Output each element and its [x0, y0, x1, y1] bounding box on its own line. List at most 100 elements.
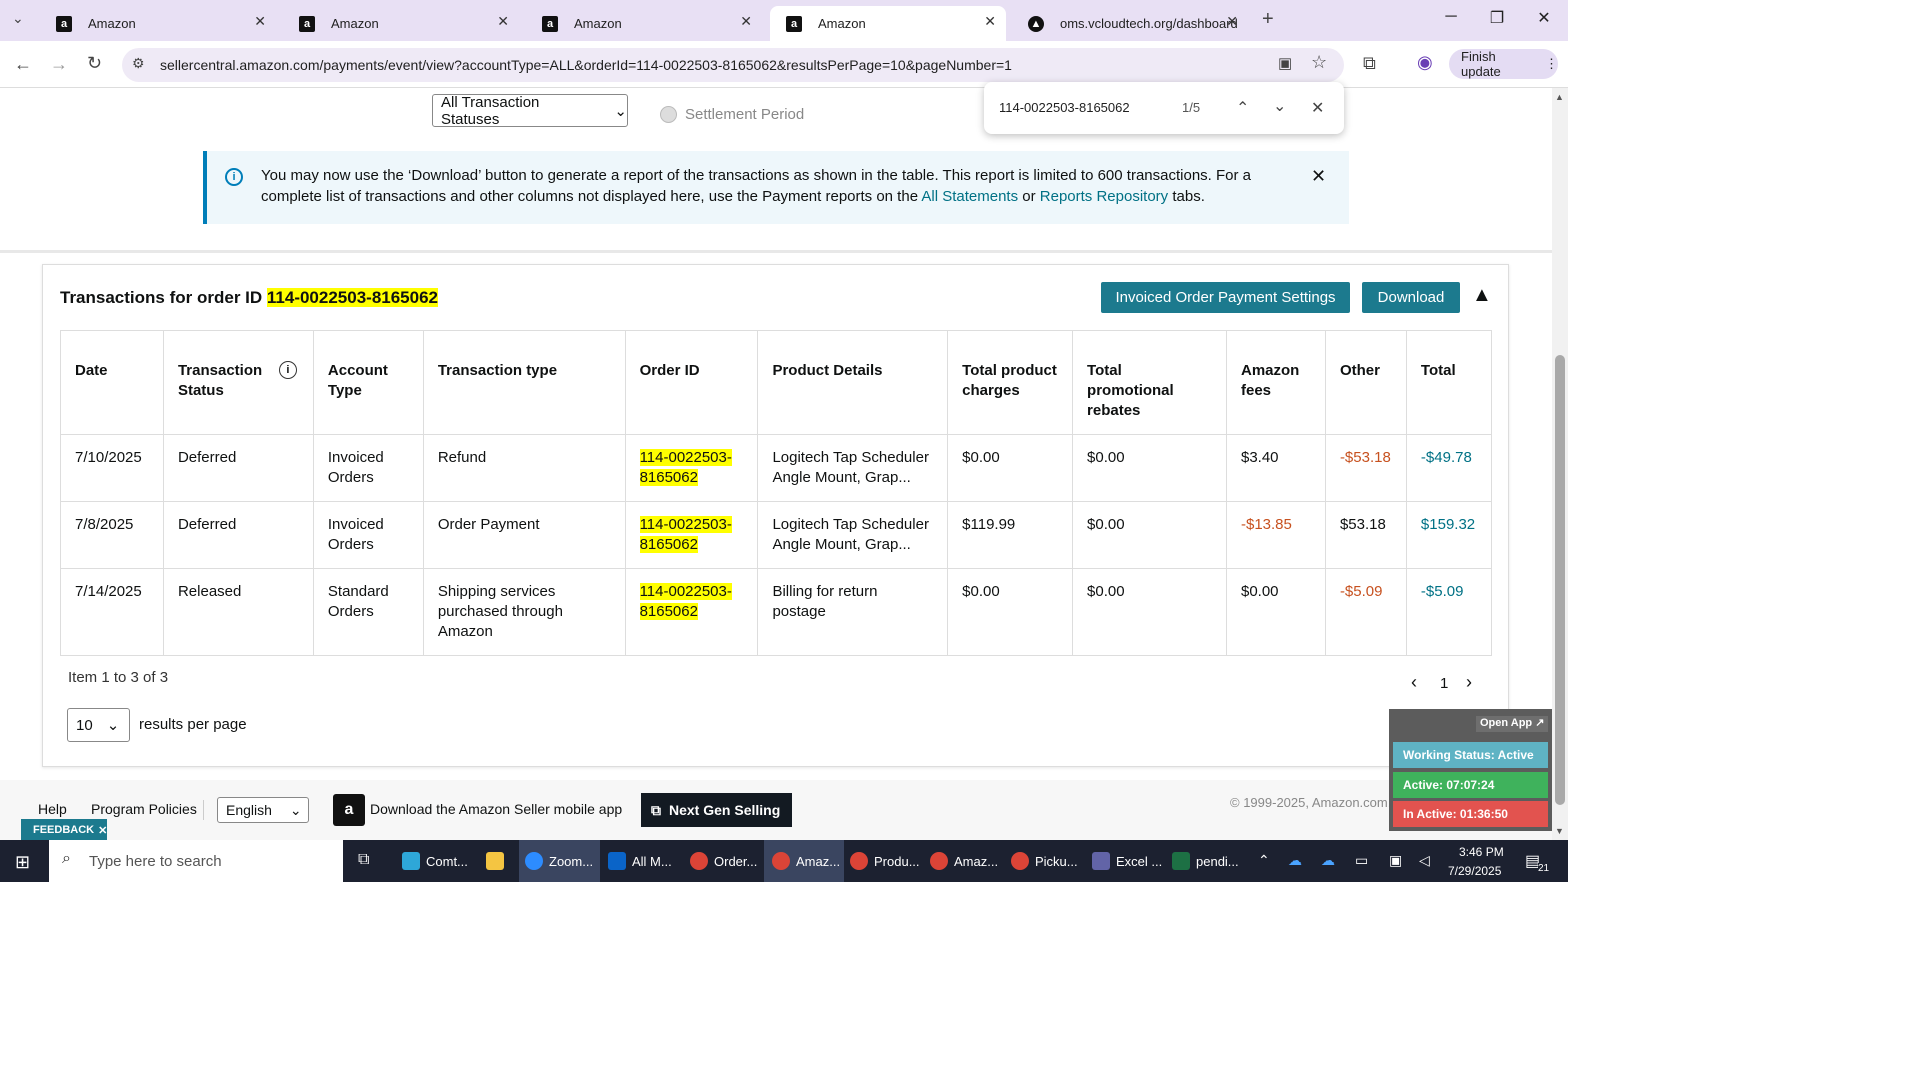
scroll-down-icon[interactable]: ▼: [1555, 826, 1564, 836]
working-status-badge: Working Status: Active: [1393, 742, 1548, 768]
tab-3[interactable]: a Amazon ✕: [526, 6, 762, 41]
col-header-transaction-status[interactable]: Transaction Status i: [162, 330, 314, 435]
volume-icon[interactable]: ◁: [1419, 852, 1430, 869]
address-bar[interactable]: sellercentral.amazon.com/payments/event/…: [122, 48, 1344, 82]
new-tab-icon[interactable]: +: [1262, 8, 1274, 31]
folder-icon: [486, 852, 504, 870]
prev-page-icon[interactable]: ‹: [1411, 672, 1417, 693]
col-header-product-details[interactable]: Product Details: [757, 330, 949, 435]
find-previous-icon[interactable]: ⌃: [1236, 98, 1249, 118]
taskbar-app-chrome-order[interactable]: Order...: [690, 840, 762, 882]
col-header-date[interactable]: Date: [60, 330, 164, 435]
chrome-icon: [772, 852, 790, 870]
close-icon[interactable]: ✕: [1226, 13, 1238, 30]
taskbar-app-zoom[interactable]: Zoom...: [519, 840, 600, 882]
all-statements-link[interactable]: All Statements: [921, 188, 1018, 205]
reports-repository-link[interactable]: Reports Repository: [1040, 188, 1168, 205]
cell-rebates: $0.00: [1072, 568, 1227, 656]
find-input[interactable]: 114-0022503-8165062: [999, 100, 1130, 115]
language-select[interactable]: English ⌄: [217, 797, 309, 823]
onedrive-icon-2[interactable]: ☁: [1321, 852, 1335, 869]
tab-1[interactable]: a Amazon ✕: [40, 6, 276, 41]
task-view-icon[interactable]: ⧉: [358, 851, 369, 869]
col-header-amazon-fees[interactable]: Amazon fees: [1225, 330, 1326, 435]
taskbar-app-excel[interactable]: pendi...: [1172, 840, 1246, 882]
scroll-up-icon[interactable]: ▲: [1555, 92, 1564, 102]
windows-start-icon[interactable]: ⊞: [15, 852, 30, 873]
battery-icon[interactable]: ▭: [1355, 852, 1368, 869]
info-circle-icon[interactable]: i: [278, 361, 297, 379]
find-next-icon[interactable]: ⌄: [1273, 96, 1286, 116]
finish-update-button[interactable]: Finish update ⋮: [1449, 49, 1558, 79]
footer-help-link[interactable]: Help: [38, 801, 67, 817]
taskbar-app-chrome-amazon-active[interactable]: Amaz...: [764, 840, 844, 882]
col-header-total[interactable]: Total: [1405, 330, 1493, 435]
cell-order-id[interactable]: 114-0022503- 8165062: [624, 568, 759, 656]
scrollbar-thumb[interactable]: [1555, 355, 1565, 805]
banner-text-end: tabs.: [1168, 188, 1205, 205]
cell-charges: $119.99: [947, 501, 1074, 569]
reload-icon[interactable]: ↻: [87, 53, 102, 74]
close-icon[interactable]: ✕: [497, 13, 509, 30]
transaction-status-select[interactable]: All Transaction Statuses ⌄: [432, 94, 628, 128]
tab-2[interactable]: a Amazon ✕: [283, 6, 519, 41]
col-header-other[interactable]: Other: [1324, 330, 1407, 435]
invoiced-order-payment-settings-button[interactable]: Invoiced Order Payment Settings: [1101, 282, 1350, 313]
cell-product: Billing for return postage: [757, 568, 949, 656]
taskbar-app-explorer[interactable]: [486, 840, 512, 882]
next-page-icon[interactable]: ›: [1466, 672, 1472, 693]
banner-close-icon[interactable]: ✕: [1311, 166, 1326, 187]
find-close-icon[interactable]: ✕: [1311, 98, 1324, 118]
tab-4-active[interactable]: a Amazon ✕: [770, 6, 1006, 41]
forward-icon[interactable]: →: [50, 54, 68, 75]
col-header-transaction-type[interactable]: Transaction type: [422, 330, 626, 435]
col-header-total-product-charges[interactable]: Total product charges: [947, 330, 1074, 435]
taskbar-app-chrome-amazon[interactable]: Amaz...: [930, 840, 1004, 882]
results-per-page-select[interactable]: 10 ⌄: [67, 708, 130, 742]
col-header-total-promotional-rebates[interactable]: Total promotional rebates: [1072, 330, 1227, 435]
close-icon[interactable]: ✕: [984, 13, 996, 30]
close-icon[interactable]: ✕: [98, 824, 107, 837]
open-app-link[interactable]: Open App ↗: [1476, 716, 1548, 732]
taskbar-app-outlook[interactable]: All M...: [608, 840, 684, 882]
find-in-page-icon[interactable]: ▣: [1278, 54, 1292, 72]
network-icon[interactable]: ▣: [1389, 852, 1402, 869]
download-seller-app-link[interactable]: Download the Amazon Seller mobile app: [370, 801, 622, 817]
amazon-favicon-icon: a: [542, 16, 558, 32]
col-header-order-id[interactable]: Order ID: [624, 330, 759, 435]
footer-program-policies-link[interactable]: Program Policies: [91, 801, 197, 817]
taskbar-app-teams-excel[interactable]: Excel ...: [1092, 840, 1166, 882]
next-gen-selling-button[interactable]: ⧉ Next Gen Selling: [641, 793, 792, 827]
cell-product: Logitech Tap Scheduler Angle Mount, Grap…: [757, 501, 949, 569]
back-icon[interactable]: ←: [14, 54, 32, 75]
profile-icon[interactable]: ◉: [1417, 52, 1433, 73]
taskbar-app-chrome-produ[interactable]: Produ...: [850, 840, 924, 882]
bookmark-star-icon[interactable]: ☆: [1311, 52, 1327, 73]
site-info-icon[interactable]: ⚙: [132, 55, 145, 72]
current-page[interactable]: 1: [1440, 675, 1448, 692]
cell-fees: -$13.85: [1225, 501, 1326, 569]
taskbar-app-comt[interactable]: Comt...: [402, 840, 476, 882]
tray-chevron-icon[interactable]: ⌃: [1258, 852, 1270, 869]
window-close-icon[interactable]: ✕: [1529, 8, 1559, 28]
settlement-period-radio[interactable]: [660, 106, 677, 123]
cell-order-id[interactable]: 114-0022503- 8165062: [624, 501, 759, 569]
onedrive-icon[interactable]: ☁: [1288, 852, 1302, 869]
download-button[interactable]: Download: [1362, 282, 1460, 313]
taskbar-app-chrome-picku[interactable]: Picku...: [1011, 840, 1085, 882]
cell-type: Order Payment: [422, 501, 626, 569]
feedback-tab[interactable]: FEEDBACK ✕: [21, 819, 107, 841]
tab-5[interactable]: ▲ oms.vcloudtech.org/dashboard ✕: [1012, 6, 1248, 41]
taskbar-search-box[interactable]: Type here to search: [49, 840, 343, 882]
restore-icon[interactable]: ❐: [1482, 8, 1512, 28]
cell-order-id[interactable]: 114-0022503- 8165062: [624, 434, 759, 502]
clock-date[interactable]: 7/29/2025: [1448, 864, 1501, 878]
close-icon[interactable]: ✕: [740, 13, 752, 30]
minimize-icon[interactable]: ─: [1436, 8, 1466, 26]
clock-time[interactable]: 3:46 PM: [1459, 845, 1504, 859]
warning-icon[interactable]: ▲: [1472, 284, 1492, 307]
close-icon[interactable]: ✕: [254, 13, 266, 30]
col-header-account-type[interactable]: Account Type: [312, 330, 424, 435]
extensions-icon[interactable]: ⧉: [1363, 53, 1376, 74]
tab-search-icon[interactable]: ⌄: [12, 10, 24, 27]
